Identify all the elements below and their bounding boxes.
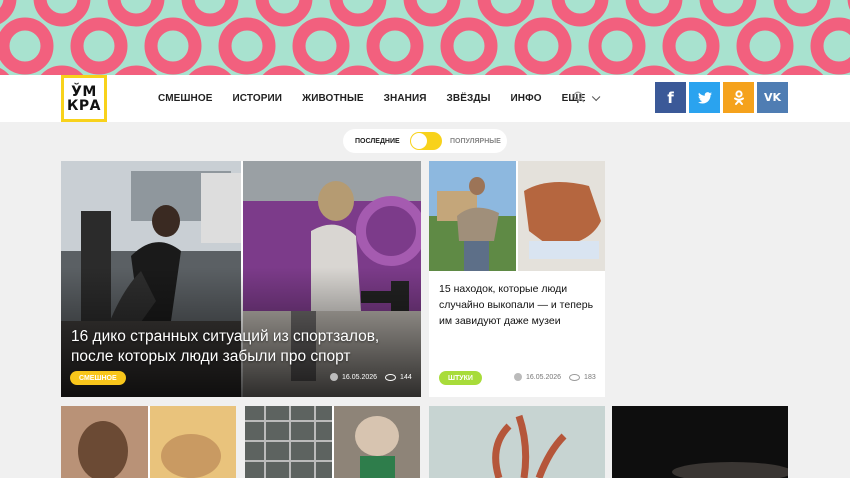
eye-icon [569, 373, 581, 381]
logo-line-2: КРА [66, 97, 102, 114]
odnoklassniki-button[interactable] [723, 82, 754, 113]
article-photo [61, 406, 236, 478]
article-photo [612, 406, 788, 478]
sort-toggle-group: ПОСЛЕДНИЕ ПОПУЛЯРНЫЕ [343, 129, 507, 153]
nav-item-knowledge[interactable]: ЗНАНИЯ [384, 93, 427, 104]
search-icon[interactable] [573, 91, 585, 103]
twitter-icon [697, 91, 712, 103]
logo-line-1: ЎМ [71, 83, 97, 100]
article-views: 183 [584, 373, 596, 381]
findings-photo [429, 161, 605, 271]
category-tag[interactable]: СМЕШНОЕ [70, 371, 126, 385]
nav-item-funny[interactable]: СМЕШНОЕ [158, 93, 213, 104]
sort-popular-label[interactable]: ПОПУЛЯРНЫЕ [450, 138, 501, 145]
article-photo [245, 406, 420, 478]
chevron-down-icon [592, 92, 601, 101]
article-title[interactable]: 15 находок, которые люди случайно выкопа… [439, 281, 599, 329]
article-card-featured[interactable]: 16 дико странных ситуаций из спортзалов,… [61, 161, 421, 397]
article-card-bottom-2[interactable] [245, 406, 420, 478]
nav-item-animals[interactable]: ЖИВОТНЫЕ [302, 93, 364, 104]
facebook-icon: f [667, 88, 674, 107]
article-title[interactable]: 16 дико странных ситуаций из спортзалов,… [71, 327, 391, 367]
odnoklassniki-icon [733, 89, 744, 105]
toggle-knob [411, 133, 427, 149]
article-meta: 16.05.2026 183 [514, 373, 596, 381]
nav-item-info[interactable]: ИНФО [511, 93, 542, 104]
nav-item-stories[interactable]: ИСТОРИИ [233, 93, 283, 104]
clock-icon [330, 373, 338, 381]
article-card-bottom-4[interactable] [612, 406, 788, 478]
main-nav: СМЕШНОЕ ИСТОРИИ ЖИВОТНЫЕ ЗНАНИЯ ЗВЁЗДЫ И… [158, 75, 617, 122]
sort-latest-label[interactable]: ПОСЛЕДНИЕ [355, 138, 400, 145]
article-card[interactable]: 15 находок, которые люди случайно выкопа… [429, 161, 605, 397]
article-photo [429, 406, 605, 478]
facebook-button[interactable]: f [655, 82, 686, 113]
vk-icon: vk [763, 91, 782, 104]
vk-button[interactable]: vk [757, 82, 788, 113]
sort-toggle[interactable] [410, 132, 442, 150]
site-logo[interactable]: ЎМ КРА [61, 75, 107, 122]
article-meta: 16.05.2026 144 [330, 373, 412, 381]
article-card-bottom-1[interactable] [61, 406, 236, 478]
eye-icon [385, 373, 397, 381]
twitter-button[interactable] [689, 82, 720, 113]
nav-item-stars[interactable]: ЗВЁЗДЫ [447, 93, 491, 104]
article-date: 16.05.2026 [526, 373, 562, 381]
clock-icon [514, 373, 522, 381]
article-card-bottom-3[interactable] [429, 406, 605, 478]
article-views: 144 [400, 373, 412, 381]
top-banner [0, 0, 850, 75]
article-date: 16.05.2026 [342, 373, 378, 381]
category-tag[interactable]: ШТУКИ [439, 371, 482, 385]
